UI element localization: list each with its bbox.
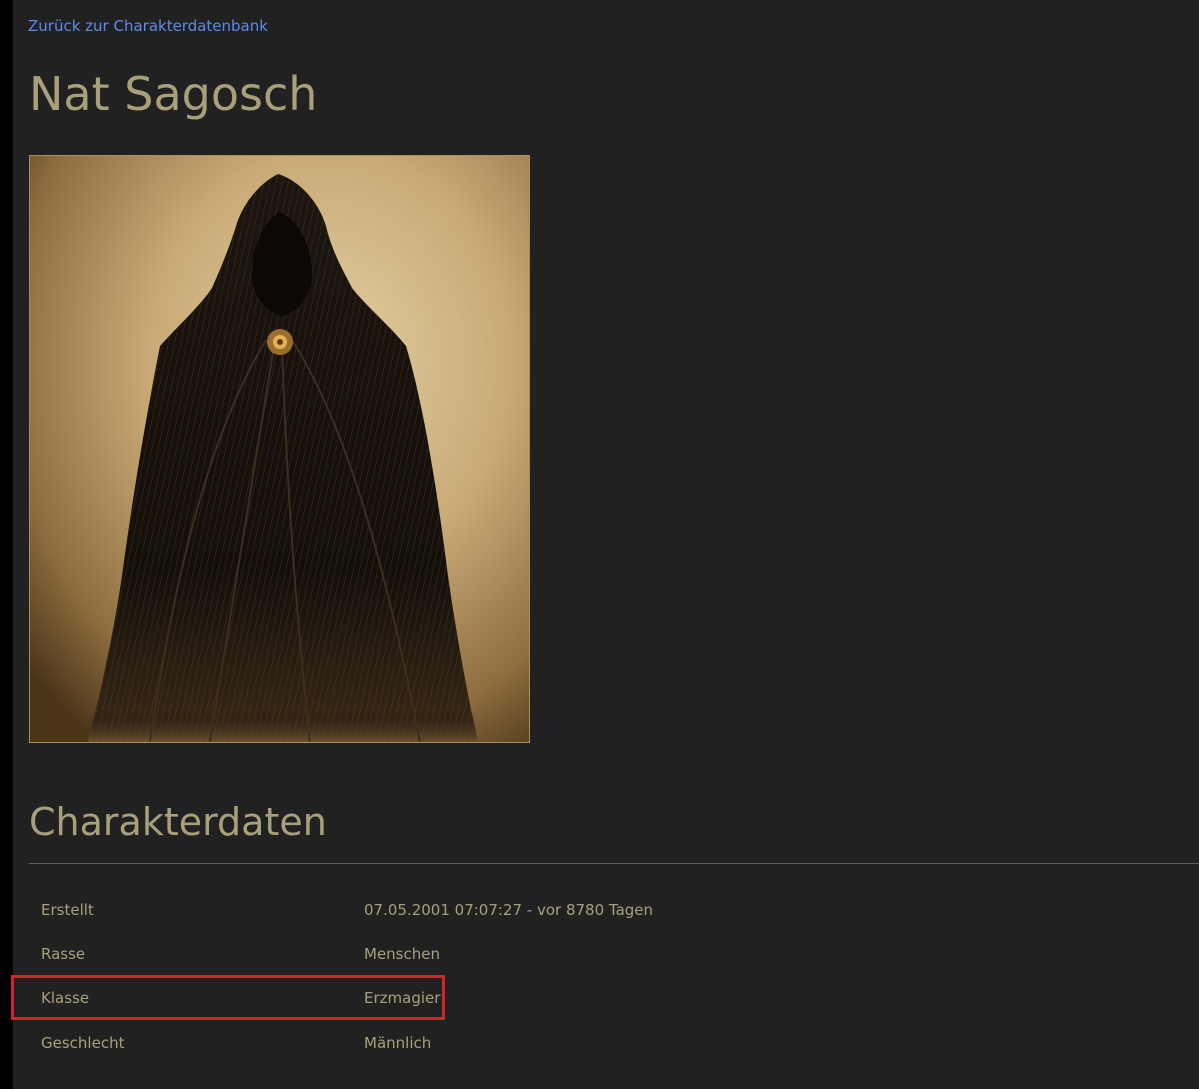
data-row-race: Rasse Menschen — [29, 933, 1199, 977]
character-name: Nat Sagosch — [29, 67, 318, 121]
data-row-class: Klasse Erzmagier — [29, 977, 1199, 1021]
row-value: Menschen — [364, 945, 440, 963]
hooded-figure-icon — [30, 156, 529, 742]
data-row-gender: Geschlecht Männlich — [29, 1022, 1199, 1066]
row-value: 07.05.2001 07:07:27 - vor 8780 Tagen — [364, 901, 654, 919]
row-label: Erstellt — [41, 901, 94, 919]
row-label: Rasse — [41, 945, 86, 963]
row-value: Erzmagier — [364, 989, 441, 1007]
section-title-character-data: Charakterdaten — [29, 800, 327, 844]
data-row-created: Erstellt 07.05.2001 07:07:27 - vor 8780 … — [29, 889, 1199, 933]
character-portrait — [29, 155, 530, 743]
back-to-database-link[interactable]: Zurück zur Charakterdatenbank — [28, 17, 268, 35]
character-page: Zurück zur Charakterdatenbank Nat Sagosc… — [13, 0, 1199, 1089]
row-label: Klasse — [41, 989, 90, 1007]
row-label: Geschlecht — [41, 1034, 125, 1052]
section-divider — [29, 863, 1199, 864]
row-value: Männlich — [364, 1034, 432, 1052]
